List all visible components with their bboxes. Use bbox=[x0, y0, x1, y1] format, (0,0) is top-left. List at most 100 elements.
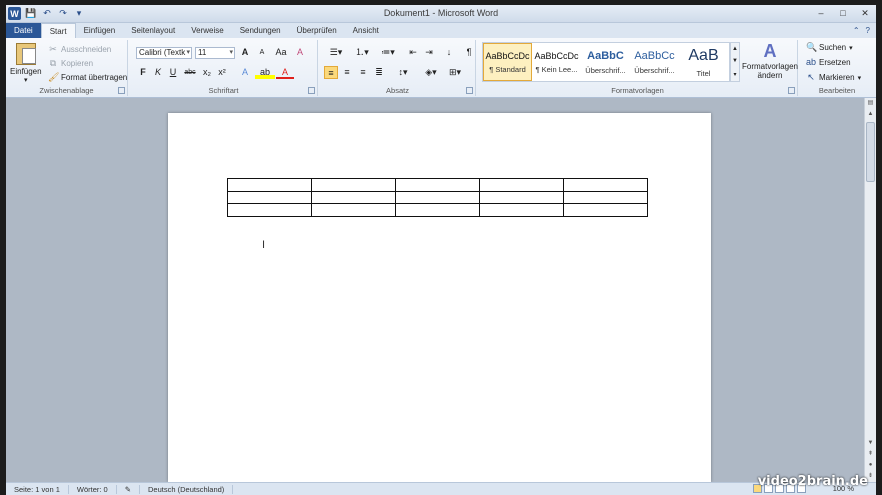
scissors-icon: ✂ bbox=[49, 44, 57, 54]
find-button[interactable]: 🔍 Suchen ▾ bbox=[806, 42, 853, 53]
maximize-button[interactable]: □ bbox=[836, 7, 850, 19]
cut-button[interactable]: ✂ Ausschneiden bbox=[48, 44, 111, 55]
chevron-down-icon: ▾ bbox=[857, 74, 862, 82]
table-cell[interactable] bbox=[395, 190, 480, 204]
style-heading-2[interactable]: AaBbCc Überschrif... bbox=[630, 43, 679, 81]
document-page[interactable]: I bbox=[168, 113, 711, 482]
tab-einfuegen[interactable]: Einfügen bbox=[76, 23, 124, 38]
table-cell[interactable] bbox=[479, 190, 564, 204]
clear-formatting-button[interactable]: A bbox=[293, 46, 307, 59]
table-cell[interactable] bbox=[311, 178, 396, 192]
tab-ueberpruefen[interactable]: Überprüfen bbox=[289, 23, 345, 38]
tab-verweise[interactable]: Verweise bbox=[183, 23, 231, 38]
table-cell[interactable] bbox=[479, 203, 564, 217]
scroll-thumb[interactable] bbox=[866, 122, 875, 182]
chevron-up-icon[interactable]: ▲ bbox=[732, 46, 738, 52]
decrease-indent-icon[interactable]: ⇤ bbox=[406, 46, 420, 59]
tab-ansicht[interactable]: Ansicht bbox=[345, 23, 387, 38]
language-indicator[interactable]: Deutsch (Deutschland) bbox=[140, 484, 234, 494]
shrink-font-button[interactable]: A bbox=[255, 46, 269, 59]
align-center-icon[interactable]: ≡ bbox=[340, 66, 354, 79]
chevron-down-icon: ▾ bbox=[849, 44, 853, 52]
style-no-spacing[interactable]: AaBbCcDc ¶ Kein Lee... bbox=[532, 43, 581, 81]
font-size-combo[interactable]: 11 bbox=[195, 46, 235, 59]
paste-button[interactable]: Einfügen ▾ bbox=[10, 43, 42, 84]
justify-icon[interactable]: ≣ bbox=[372, 66, 386, 79]
bullets-icon[interactable]: ☰▾ bbox=[324, 46, 348, 59]
browse-object-icon[interactable]: ● bbox=[865, 460, 876, 471]
styles-launcher-icon[interactable] bbox=[788, 87, 795, 94]
line-spacing-icon[interactable]: ↕▾ bbox=[392, 66, 414, 79]
text-effects-button[interactable]: A bbox=[236, 66, 254, 79]
style-heading-1[interactable]: AaBbC Überschrif... bbox=[581, 43, 630, 81]
table-cell[interactable] bbox=[311, 203, 396, 217]
table-cell[interactable] bbox=[563, 203, 648, 217]
paragraph-launcher-icon[interactable] bbox=[466, 87, 473, 94]
vertical-scrollbar[interactable]: ▤ ▲ ▼ ⇞ ● ⇟ bbox=[864, 98, 876, 482]
clipboard-launcher-icon[interactable] bbox=[118, 87, 125, 94]
italic-button[interactable]: K bbox=[151, 66, 165, 79]
grow-font-button[interactable]: A bbox=[238, 46, 252, 59]
change-case-button[interactable]: Aa bbox=[272, 46, 290, 59]
multilevel-list-icon[interactable]: ≔▾ bbox=[376, 46, 400, 59]
table-cell[interactable] bbox=[395, 203, 480, 217]
numbering-icon[interactable]: ⒈▾ bbox=[350, 46, 374, 59]
page-count[interactable]: Seite: 1 von 1 bbox=[6, 484, 69, 494]
copy-button[interactable]: ⧉ Kopieren bbox=[48, 58, 93, 69]
proofing-icon[interactable]: ✎ bbox=[117, 484, 141, 494]
styles-gallery-scroll[interactable]: ▲ ▼ ▾ bbox=[730, 42, 740, 82]
select-button[interactable]: ↖ Markieren ▾ bbox=[806, 72, 861, 83]
scroll-down-icon[interactable]: ▼ bbox=[865, 438, 876, 449]
highlight-button[interactable]: ab bbox=[255, 66, 275, 79]
pilcrow-icon[interactable]: ¶ bbox=[462, 46, 476, 59]
replace-button[interactable]: ab Ersetzen bbox=[806, 57, 851, 67]
sort-icon[interactable]: ↓ bbox=[442, 46, 456, 59]
shading-icon[interactable]: ◈▾ bbox=[420, 66, 442, 79]
copy-label: Kopieren bbox=[61, 59, 94, 68]
close-button[interactable]: ✕ bbox=[858, 7, 872, 19]
document-table[interactable] bbox=[227, 178, 648, 217]
tab-sendungen[interactable]: Sendungen bbox=[232, 23, 289, 38]
table-row bbox=[227, 203, 648, 217]
more-styles-icon[interactable]: ▾ bbox=[733, 71, 736, 78]
scroll-up-icon[interactable]: ▲ bbox=[865, 109, 876, 120]
underline-button[interactable]: U bbox=[166, 66, 180, 79]
style-title[interactable]: AaB Titel bbox=[679, 43, 728, 81]
table-cell[interactable] bbox=[563, 190, 648, 204]
borders-icon[interactable]: ⊞▾ bbox=[444, 66, 466, 79]
minimize-ribbon-icon[interactable]: ⌃ bbox=[853, 26, 860, 35]
font-family-combo[interactable]: Calibri (Textk bbox=[136, 46, 192, 59]
tab-datei[interactable]: Datei bbox=[6, 23, 41, 38]
change-styles-button[interactable]: A Formatvorlagen ändern bbox=[742, 41, 798, 80]
font-color-button[interactable]: A bbox=[276, 66, 294, 79]
style-name: Überschrif... bbox=[634, 65, 675, 75]
minimize-button[interactable]: – bbox=[814, 7, 828, 19]
superscript-button[interactable]: x² bbox=[215, 66, 229, 79]
previous-page-icon[interactable]: ⇞ bbox=[865, 449, 876, 460]
format-painter-button[interactable]: 🖌 Format übertragen bbox=[48, 72, 127, 83]
help-icon[interactable]: ? bbox=[866, 26, 870, 35]
table-cell[interactable] bbox=[563, 178, 648, 192]
font-launcher-icon[interactable] bbox=[308, 87, 315, 94]
ruler-toggle-icon[interactable]: ▤ bbox=[865, 98, 876, 109]
table-cell[interactable] bbox=[227, 190, 312, 204]
paste-label: Einfügen bbox=[10, 67, 42, 76]
font-group-label: Schriftart bbox=[208, 86, 239, 95]
chevron-down-icon[interactable]: ▼ bbox=[732, 58, 738, 64]
style-standard[interactable]: AaBbCcDc ¶ Standard bbox=[483, 43, 532, 81]
increase-indent-icon[interactable]: ⇥ bbox=[422, 46, 436, 59]
word-count[interactable]: Wörter: 0 bbox=[69, 484, 117, 494]
strikethrough-button[interactable]: abc bbox=[181, 66, 199, 79]
tab-start[interactable]: Start bbox=[40, 23, 76, 38]
align-left-icon[interactable]: ≡ bbox=[324, 66, 338, 79]
align-right-icon[interactable]: ≡ bbox=[356, 66, 370, 79]
chevron-down-icon: ▾ bbox=[24, 77, 28, 84]
bold-button[interactable]: F bbox=[136, 66, 150, 79]
table-cell[interactable] bbox=[395, 178, 480, 192]
tab-seitenlayout[interactable]: Seitenlayout bbox=[123, 23, 183, 38]
table-cell[interactable] bbox=[311, 190, 396, 204]
table-cell[interactable] bbox=[227, 203, 312, 217]
table-cell[interactable] bbox=[227, 178, 312, 192]
table-cell[interactable] bbox=[479, 178, 564, 192]
subscript-button[interactable]: x₂ bbox=[200, 66, 214, 79]
